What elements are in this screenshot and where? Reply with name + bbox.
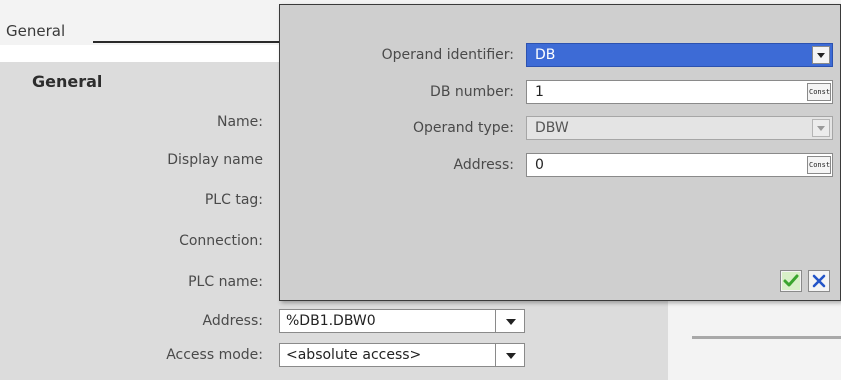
plc-name-label: PLC name:: [188, 274, 263, 290]
operand-identifier-value: DB: [535, 47, 556, 63]
dialog-address-input[interactable]: 0 Const: [526, 153, 833, 177]
dialog-address-label: Address:: [453, 157, 514, 173]
select-separator: [495, 310, 496, 332]
display-name-label: Display name: [167, 152, 263, 168]
operand-type-label: Operand type:: [412, 120, 514, 136]
db-number-value: 1: [535, 84, 544, 100]
chevron-down-icon[interactable]: [506, 353, 516, 359]
address-select[interactable]: %DB1.DBW0: [279, 309, 525, 333]
const-label: Const: [809, 161, 831, 169]
ok-button[interactable]: [780, 270, 802, 292]
chevron-down-icon[interactable]: [812, 46, 830, 64]
plc-tag-label: PLC tag:: [204, 192, 263, 208]
general-heading: General: [32, 72, 103, 91]
operand-type-value: DBW: [535, 120, 569, 136]
close-icon: [812, 274, 826, 288]
right-panel-divider: [692, 336, 841, 339]
address-dialog: Operand identifier: DB DB number: 1 Cons…: [279, 4, 841, 301]
address-label: Address:: [202, 313, 263, 329]
access-mode-select[interactable]: <absolute access>: [279, 343, 525, 367]
cancel-button[interactable]: [808, 270, 830, 292]
section-title: General: [6, 22, 66, 40]
access-mode-value: <absolute access>: [286, 347, 422, 363]
address-value: %DB1.DBW0: [286, 313, 376, 329]
operand-type-select: DBW: [526, 116, 833, 140]
operand-identifier-label: Operand identifier:: [381, 47, 514, 63]
dialog-address-value: 0: [535, 157, 544, 173]
name-label: Name:: [216, 114, 263, 130]
db-number-input[interactable]: 1 Const: [526, 80, 833, 104]
const-label: Const: [809, 88, 831, 96]
const-dropdown-button[interactable]: Const: [807, 83, 831, 101]
checkmark-icon: [782, 272, 800, 290]
chevron-down-icon: [812, 119, 830, 137]
section-underline: [93, 41, 283, 43]
select-separator: [495, 344, 496, 366]
operand-identifier-select[interactable]: DB: [526, 43, 833, 67]
db-number-label: DB number:: [430, 84, 514, 100]
chevron-down-icon[interactable]: [506, 319, 516, 325]
access-mode-label: Access mode:: [166, 347, 263, 363]
connection-label: Connection:: [179, 233, 263, 249]
const-dropdown-button[interactable]: Const: [807, 156, 831, 174]
